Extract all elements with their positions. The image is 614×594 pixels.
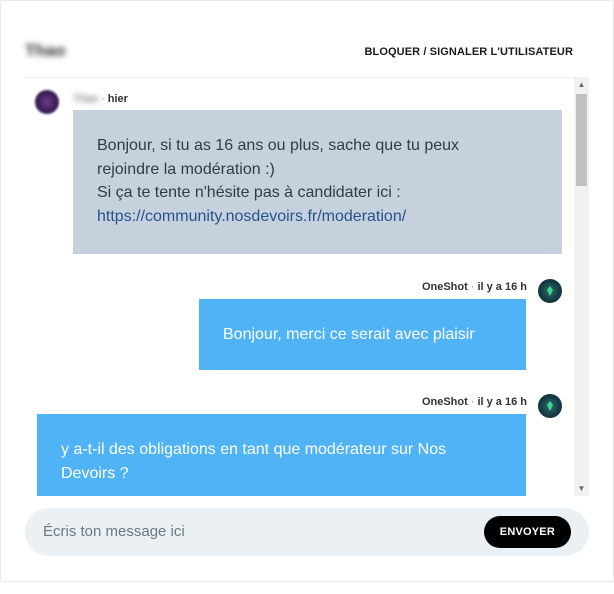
gem-icon: [547, 286, 553, 296]
own-avatar[interactable]: [538, 394, 562, 418]
message-time: il y a 16 h: [477, 281, 527, 293]
gem-icon: [547, 401, 553, 411]
message-input[interactable]: [43, 523, 443, 540]
message-text: y a-t-il des obligations en tant que mod…: [61, 441, 447, 482]
message-scrollbar[interactable]: ▲ ▼: [574, 78, 589, 496]
scroll-down-arrow-icon[interactable]: ▼: [574, 482, 589, 496]
message-time: il y a 16 h: [477, 396, 527, 408]
sender-name[interactable]: OneShot: [422, 396, 468, 408]
block-report-user-link[interactable]: BLOQUER / SIGNALER L'UTILISATEUR: [365, 46, 574, 58]
moderation-link[interactable]: https://community.nosdevoirs.fr/moderati…: [97, 208, 406, 225]
conversation-username[interactable]: Thao: [25, 41, 66, 61]
message-list[interactable]: Thao · hier Bonjour, si tu as 16 ans ou pl…: [25, 77, 589, 496]
message-line: rejoindre la modération :): [97, 160, 275, 178]
conversation-header: Thao BLOQUER / SIGNALER L'UTILISATEUR: [25, 39, 573, 67]
message-meta: Thao · hier: [73, 93, 128, 105]
conversation-panel: Thao BLOQUER / SIGNALER L'UTILISATEUR Th…: [0, 0, 614, 582]
message-meta: OneShot · il y a 16 h: [422, 281, 527, 293]
message-meta: OneShot · il y a 16 h: [422, 396, 527, 408]
meta-separator: ·: [101, 93, 105, 105]
sent-message-bubble: Bonjour, merci ce serait avec plaisir: [199, 299, 526, 370]
message-line: Bonjour, si tu as 16 ans ou plus, sache …: [97, 137, 460, 154]
message-time: hier: [107, 93, 128, 105]
own-avatar[interactable]: [538, 279, 562, 303]
sent-message-bubble: y a-t-il des obligations en tant que mod…: [37, 414, 526, 496]
received-message-bubble: Bonjour, si tu as 16 ans ou plus, sache …: [73, 110, 562, 254]
sender-name[interactable]: OneShot: [422, 281, 468, 293]
message-text: Bonjour, merci ce serait avec plaisir: [223, 326, 475, 343]
sender-avatar[interactable]: [35, 90, 59, 114]
message-composer: ENVOYER: [25, 508, 589, 556]
sender-name[interactable]: Thao: [73, 93, 98, 105]
message-line: Si ça te tente n'hésite pas à candidater…: [97, 184, 401, 201]
send-button[interactable]: ENVOYER: [483, 516, 571, 548]
scrollbar-thumb[interactable]: [576, 94, 587, 186]
scroll-up-arrow-icon[interactable]: ▲: [574, 78, 589, 92]
